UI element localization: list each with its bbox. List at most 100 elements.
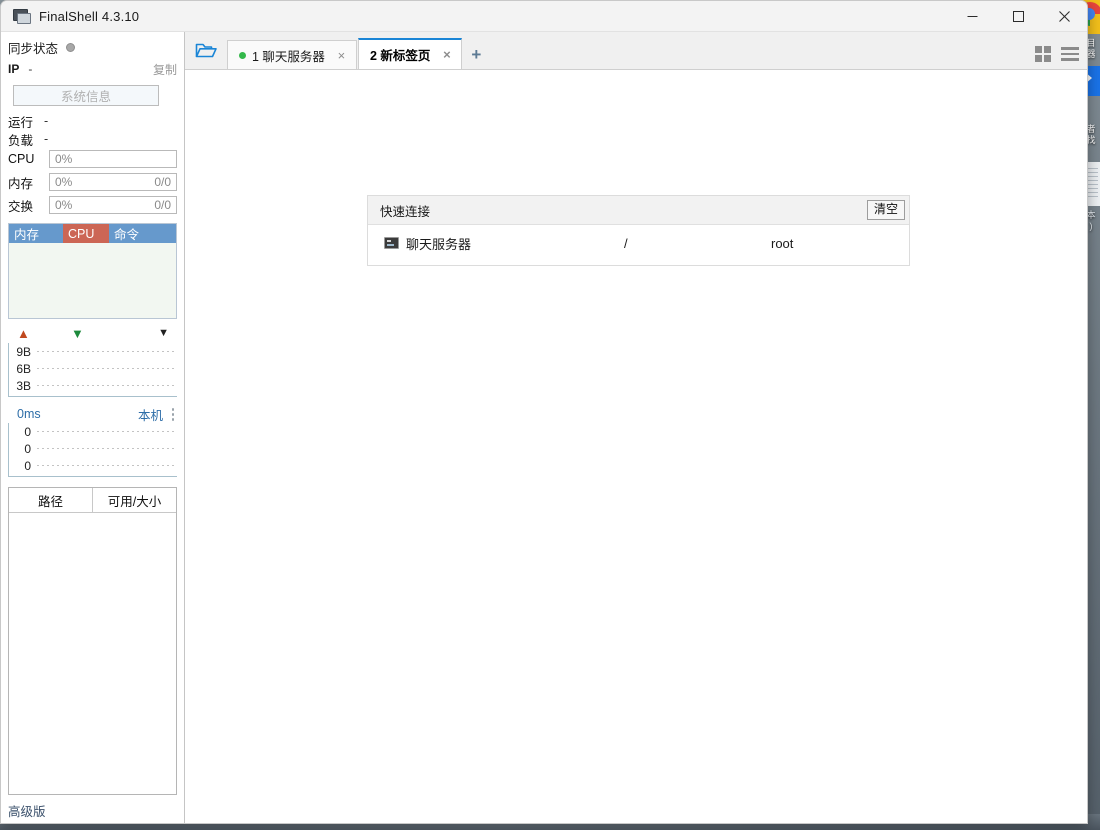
process-table-body [9, 243, 176, 318]
maximize-icon[interactable] [995, 1, 1041, 32]
ping-graph-legend: 0ms 本机 [8, 405, 177, 423]
network-graph-gridline: 9B [9, 343, 177, 360]
ping-graph-gridline: 0 [9, 440, 177, 457]
ip-label: IP [8, 62, 20, 76]
quick-connect-header: 快速连接 清空 [368, 196, 909, 225]
panel-resize-grip[interactable] [171, 407, 175, 421]
ping-y-label-2: 0 [24, 441, 31, 456]
memory-meter-detail: 0/0 [154, 175, 171, 189]
gridline [37, 368, 177, 369]
ip-value: - [28, 62, 33, 76]
quick-connect-title: 快速连接 [380, 204, 431, 219]
gridline [37, 448, 177, 449]
network-graph-gridline: 3B [9, 377, 177, 394]
disk-table-header: 路径 可用/大小 [9, 488, 176, 513]
gridline [37, 385, 177, 386]
uptime-label: 运行 [8, 115, 34, 130]
minimize-icon[interactable] [949, 1, 995, 32]
clear-button[interactable]: 清空 [866, 200, 905, 220]
ping-y-label-3: 0 [24, 458, 31, 473]
process-column-command[interactable]: 命令 [109, 224, 176, 243]
sync-status-row: 同步状态 [8, 32, 177, 58]
process-table-header: 内存 CPU 命令 [9, 224, 176, 243]
swap-meter-box: 0% 0/0 [49, 196, 177, 214]
disk-column-path[interactable]: 路径 [9, 488, 93, 512]
load-row: 负载 - [8, 130, 177, 148]
ping-graph-gridline: 0 [9, 423, 177, 440]
uptime-row: 运行 - [8, 112, 177, 130]
ping-y-label-1: 0 [24, 424, 31, 439]
arrow-down-icon: ▼ [71, 326, 84, 341]
memory-meter-label: 内存 [8, 176, 34, 191]
gridline [37, 465, 177, 466]
gridline [37, 351, 177, 352]
network-y-label-3: 3B [16, 378, 31, 393]
system-info-button[interactable]: 系统信息 [13, 85, 159, 106]
memory-meter-row: 内存 0% 0/0 [8, 171, 177, 193]
ip-row: IP - 复制 [8, 58, 177, 80]
ping-graph-gridline: 0 [9, 457, 177, 474]
tab-close-icon[interactable]: × [335, 49, 348, 62]
swap-meter-detail: 0/0 [154, 198, 171, 212]
tab-label: 2 新标签页 [369, 49, 431, 63]
hamburger-menu-icon[interactable] [1061, 47, 1079, 61]
finalshell-window: FinalShell 4.3.10 同步状态 IP - 复制 系统信息 运行 -… [0, 0, 1088, 824]
copy-ip-button[interactable]: 复制 [153, 61, 177, 78]
memory-meter-percent: 0% [55, 175, 73, 189]
cpu-meter-box: 0% [49, 150, 177, 168]
tab-status-dot [239, 51, 246, 59]
quick-connect-list: 聊天服务器 / root [368, 225, 909, 265]
swap-meter-percent: 0% [55, 198, 73, 212]
ping-latency-graph: 0ms 本机 0 0 0 [8, 405, 177, 477]
sidebar-monitor-panel: 同步状态 IP - 复制 系统信息 运行 - 负载 - CPU 0% 内存 0%… [1, 32, 185, 823]
network-graph-gridline: 6B [9, 360, 177, 377]
ping-graph-plot: 0 0 0 [8, 423, 177, 477]
cpu-meter-percent: 0% [55, 152, 73, 166]
open-folder-icon[interactable] [185, 32, 227, 69]
tab-bar-tools [1035, 46, 1079, 62]
main-area: 1 聊天服务器 × 2 新标签页 × + 快速连接 清空 聊天服务器 / roo… [185, 32, 1087, 823]
tab-close-icon[interactable]: × [440, 48, 453, 61]
tab-bar: 1 聊天服务器 × 2 新标签页 × + [185, 32, 1087, 70]
window-body: 同步状态 IP - 复制 系统信息 运行 - 负载 - CPU 0% 内存 0%… [1, 32, 1087, 823]
close-icon[interactable] [1041, 1, 1087, 32]
tab-new-tab-page[interactable]: 2 新标签页 × [357, 38, 463, 69]
network-graph-legend: ▲ ▼ ▼ [8, 324, 177, 343]
process-column-cpu[interactable]: CPU [63, 224, 109, 243]
process-column-memory[interactable]: 内存 [9, 224, 63, 243]
load-label: 负载 [8, 133, 34, 148]
quick-connect-row[interactable]: 聊天服务器 / root [368, 231, 909, 255]
advanced-version-link[interactable]: 高级版 [8, 801, 46, 820]
connection-name: 聊天服务器 [406, 236, 472, 252]
memory-meter-box: 0% 0/0 [49, 173, 177, 191]
cpu-meter-label: CPU [8, 152, 35, 166]
cpu-meter-row: CPU 0% [8, 148, 177, 170]
app-monitor-icon [13, 9, 31, 24]
disk-usage-table: 路径 可用/大小 [8, 487, 177, 795]
grid-icon[interactable] [1035, 46, 1051, 62]
disk-table-body [9, 513, 176, 794]
process-table: 内存 CPU 命令 [8, 223, 177, 319]
window-title: FinalShell 4.3.10 [39, 8, 140, 24]
tab-label: 1 聊天服务器 [252, 49, 325, 64]
arrow-up-icon: ▲ [17, 326, 30, 341]
ping-host-label[interactable]: 本机 [138, 405, 163, 424]
connection-path: / [624, 235, 628, 251]
ping-value: 0ms [17, 407, 41, 421]
gridline [37, 431, 177, 432]
load-value: - [44, 132, 49, 146]
new-tab-button[interactable]: + [463, 40, 489, 69]
title-bar: FinalShell 4.3.10 [1, 1, 1087, 32]
network-y-label-1: 9B [16, 344, 31, 359]
tab-chat-server[interactable]: 1 聊天服务器 × [227, 40, 357, 69]
terminal-icon [384, 237, 399, 249]
sync-status-label: 同步状态 [8, 41, 59, 56]
sidebar-footer: 高级版 [8, 795, 177, 823]
uptime-value: - [44, 114, 49, 128]
network-y-label-2: 6B [16, 361, 31, 376]
network-traffic-graph: ▲ ▼ ▼ 9B 6B 3B [8, 324, 177, 397]
disk-column-available-size[interactable]: 可用/大小 [93, 488, 176, 512]
swap-meter-row: 交换 0% 0/0 [8, 194, 177, 216]
swap-meter-label: 交换 [8, 199, 34, 214]
chevron-down-icon[interactable]: ▼ [158, 328, 169, 339]
